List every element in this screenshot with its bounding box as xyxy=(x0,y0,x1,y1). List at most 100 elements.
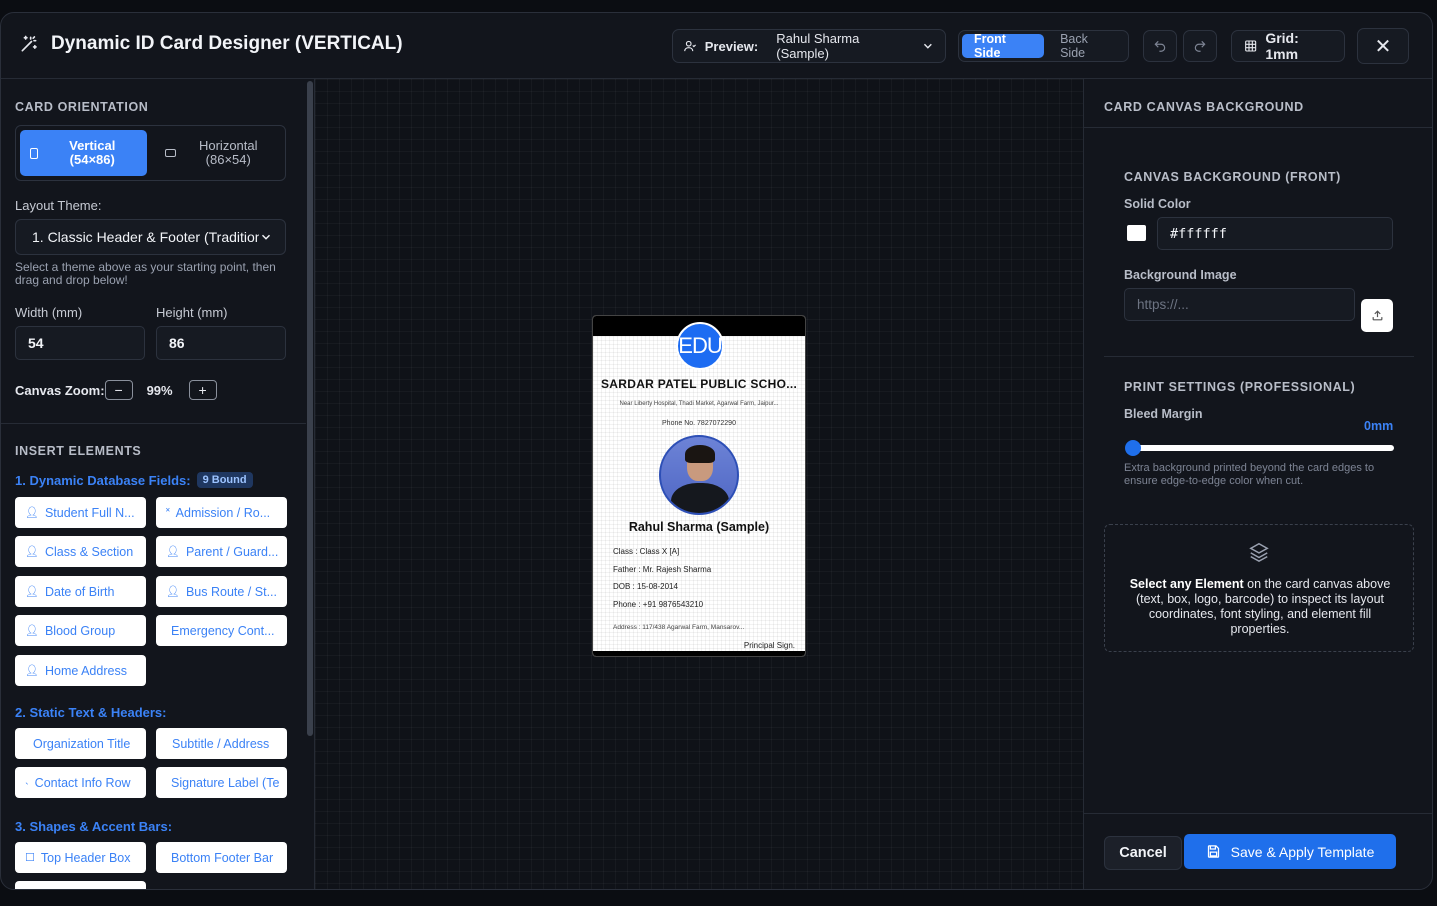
zoom-in-button[interactable]: + xyxy=(188,380,217,400)
undo-icon xyxy=(1154,40,1166,52)
chip-label: Emergency Cont... xyxy=(171,623,275,638)
close-button[interactable]: ✕ xyxy=(1357,28,1409,64)
shape-next-button[interactable] xyxy=(15,881,146,889)
back-side-tab[interactable]: Back Side xyxy=(1048,32,1125,60)
photo-hair xyxy=(685,445,715,463)
zoom-out-button[interactable]: − xyxy=(104,380,133,400)
chevron-down-icon xyxy=(261,234,271,240)
solid-color-input[interactable]: #ffffff xyxy=(1157,217,1393,250)
inspector-bold: Select any Element xyxy=(1129,577,1244,591)
width-input[interactable]: 54 xyxy=(15,326,145,360)
orientation-vertical-button[interactable]: Vertical (54×86) xyxy=(20,130,147,176)
field-home-address-button[interactable]: 👤︎ Home Address xyxy=(15,655,146,686)
layers-icon xyxy=(1249,542,1269,563)
page-title: Dynamic ID Card Designer (VERTICAL) xyxy=(19,33,403,55)
card-school-address[interactable]: Near Liberty Hospital, Thadi Market, Aga… xyxy=(593,401,805,407)
preview-label: Preview: xyxy=(704,38,759,54)
scroll-thumb[interactable] xyxy=(307,81,313,736)
card-student-name[interactable]: Rahul Sharma (Sample) xyxy=(593,520,805,534)
divider xyxy=(1084,813,1432,814)
chip-label: Student Full N... xyxy=(44,505,135,520)
upload-icon xyxy=(1372,310,1382,321)
field-emergency-button[interactable]: Emergency Cont... xyxy=(156,615,287,646)
field-dob-button[interactable]: 👤︎ Date of Birth xyxy=(15,576,146,607)
redo-button[interactable] xyxy=(1183,30,1217,62)
right-panel: CARD CANVAS BACKGROUND CANVAS BACKGROUND… xyxy=(1083,79,1432,889)
close-icon: ✕ xyxy=(1374,35,1392,58)
horizontal-size: (86×54) xyxy=(205,152,251,167)
card-school-phone[interactable]: Phone No. 7827072290 xyxy=(593,420,805,427)
save-icon xyxy=(1207,845,1219,858)
left-scrollbar[interactable] xyxy=(306,79,314,889)
zoom-value: 99% xyxy=(146,382,173,398)
bound-count-badge: 9 Bound xyxy=(196,472,253,488)
card-father-field[interactable]: Father : Mr. Rajesh Sharma xyxy=(613,565,711,574)
right-panel-title: CARD CANVAS BACKGROUND xyxy=(1104,100,1304,114)
field-student-name-button[interactable]: 👤︎ Student Full N... xyxy=(15,497,146,528)
card-address-field[interactable]: Address : 117/438 Agarwal Farm, Mansarov… xyxy=(613,624,744,631)
side-toggle: Front Side Back Side xyxy=(958,30,1129,62)
preview-select[interactable]: Preview: Rahul Sharma (Sample) xyxy=(672,29,946,63)
field-class-section-button[interactable]: 👤︎ Class & Section xyxy=(15,536,146,567)
card-footer-bar[interactable] xyxy=(593,651,805,656)
user-icon xyxy=(684,40,697,52)
layout-theme-label: Layout Theme: xyxy=(15,198,102,213)
chip-label: Parent / Guard... xyxy=(185,544,279,559)
user-icon: 👤︎ xyxy=(25,665,39,677)
school-logo[interactable]: EDU xyxy=(676,322,724,370)
layout-theme-select[interactable]: 1. Classic Header & Footer (Traditional) xyxy=(15,219,286,255)
color-swatch[interactable] xyxy=(1127,225,1146,241)
text-subtitle-button[interactable]: Subtitle / Address xyxy=(156,728,287,759)
student-photo[interactable] xyxy=(659,435,739,515)
shape-bottom-footer-button[interactable]: Bottom Footer Bar xyxy=(156,842,287,873)
undo-button[interactable] xyxy=(1143,30,1177,62)
card-phone-field[interactable]: Phone : +91 9876543210 xyxy=(613,600,703,609)
group-shapes-title: 3. Shapes & Accent Bars: xyxy=(15,819,173,834)
vertical-size: (54×86) xyxy=(69,152,115,167)
chip-label: Subtitle / Address xyxy=(172,736,270,751)
user-icon: 👤︎ xyxy=(25,546,39,558)
field-parent-button[interactable]: 👤︎ Parent / Guard... xyxy=(156,536,287,567)
front-side-tab[interactable]: Front Side xyxy=(962,32,1045,60)
grid-toggle-button[interactable]: Grid: 1mm xyxy=(1231,30,1345,62)
card-school-name[interactable]: SARDAR PATEL PUBLIC SCHO... xyxy=(593,377,805,391)
group-dynamic-fields-title: 1. Dynamic Database Fields: 9 Bound xyxy=(15,472,253,488)
chip-label: Bottom Footer Bar xyxy=(171,850,274,865)
upload-button[interactable] xyxy=(1361,299,1393,332)
left-panel: CARD ORIENTATION Vertical (54×86) Horizon… xyxy=(1,79,306,889)
print-settings-title: PRINT SETTINGS (PROFESSIONAL) xyxy=(1124,380,1356,394)
inspector-message: Select any Element on the card canvas ab… xyxy=(1119,577,1401,637)
chip-label: Date of Birth xyxy=(44,584,115,599)
save-apply-button[interactable]: Save & Apply Template xyxy=(1184,834,1396,869)
chip-label: Home Address xyxy=(44,663,127,678)
user-icon: 👤︎ xyxy=(166,586,180,598)
user-icon: 👤︎ xyxy=(25,625,39,637)
cancel-button[interactable]: Cancel xyxy=(1104,836,1182,870)
landscape-icon xyxy=(164,149,176,157)
theme-hint: Select a theme above as your starting po… xyxy=(15,260,276,287)
divider xyxy=(1084,127,1432,128)
user-icon: 👤︎ xyxy=(25,507,39,519)
slider-handle[interactable] xyxy=(1125,440,1141,456)
card-signature-label[interactable]: Principal Sign. xyxy=(744,641,795,650)
field-blood-group-button[interactable]: 👤︎ Blood Group xyxy=(15,615,146,646)
photo-body xyxy=(671,483,729,513)
bleed-margin-slider[interactable] xyxy=(1125,440,1394,456)
bleed-hint: Extra background printed beyond the card… xyxy=(1124,462,1375,487)
shape-top-header-button[interactable]: ☐ Top Header Box xyxy=(15,842,146,873)
card-dob-field[interactable]: DOB : 15-08-2014 xyxy=(613,582,678,591)
bg-image-url-input[interactable]: https://... xyxy=(1124,288,1355,321)
orientation-horizontal-button[interactable]: Horizontal (86×54) xyxy=(155,130,282,176)
design-canvas[interactable]: EDU SARDAR PATEL PUBLIC SCHO... Near Lib… xyxy=(315,79,1083,889)
text-org-title-button[interactable]: Organization Title xyxy=(15,728,146,759)
field-admission-button[interactable]: ˟ Admission / Ro... xyxy=(156,497,287,528)
card-class-field[interactable]: Class : Class X [A] xyxy=(613,547,679,556)
bleed-margin-label: Bleed Margin xyxy=(1124,407,1203,421)
orientation-toggle: Vertical (54×86) Horizontal (86×54) xyxy=(15,125,286,181)
height-input[interactable]: 86 xyxy=(156,326,286,360)
text-contact-info-button[interactable]: ˴ Contact Info Row xyxy=(15,767,146,798)
text-signature-button[interactable]: Signature Label (Te xyxy=(156,767,287,798)
field-bus-route-button[interactable]: 👤︎ Bus Route / St... xyxy=(156,576,287,607)
insert-elements-title: INSERT ELEMENTS xyxy=(15,444,142,458)
id-card-front[interactable]: EDU SARDAR PATEL PUBLIC SCHO... Near Lib… xyxy=(592,315,806,657)
